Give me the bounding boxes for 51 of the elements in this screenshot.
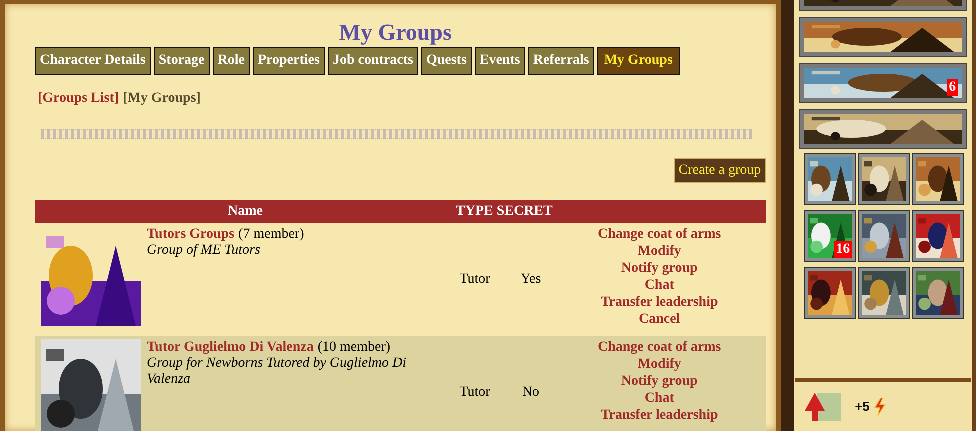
tab[interactable]: Role [212,47,250,75]
breadcrumb-current: [My Groups] [123,91,201,107]
energy-value: +5 [855,399,870,414]
tab[interactable]: Properties [252,47,325,75]
create-group-button[interactable]: Create a group [674,158,766,183]
group-name-link[interactable]: Tutors Groups [147,227,235,242]
member-count: (7 member) [238,227,304,242]
table-cell-text: Tutor [458,272,492,288]
page-title: My Groups [338,19,453,46]
member-count: (10 member) [318,340,391,355]
action-link[interactable]: Transfer leadership [600,407,718,424]
action-link[interactable]: Modify [638,243,682,260]
tile-frame[interactable]: 16 [805,211,856,261]
tab[interactable]: Quests [421,47,472,75]
tab[interactable]: Storage [154,47,210,75]
column-header: TYPE SECRET [456,204,553,220]
group-description: Group of ME Tutors [147,243,262,259]
action-link[interactable]: Notify group [621,373,698,390]
tile-frame[interactable] [913,154,964,204]
tab[interactable]: Job contracts [328,47,418,75]
tile-frame[interactable] [859,268,910,318]
table-cell-text: Tutor [458,385,492,401]
tile-frame[interactable] [859,211,910,261]
lightning-icon [874,398,886,416]
banner-frame[interactable]: 6 [800,64,966,102]
breadcrumb-link[interactable]: [Groups List] [38,91,120,107]
action-link[interactable]: Change coat of arms [598,226,722,243]
action-link[interactable]: Cancel [638,311,680,328]
tile-frame[interactable] [805,154,856,204]
table-cell-text: Yes [520,272,542,288]
action-link[interactable]: Chat [644,390,674,407]
tile-frame[interactable] [913,268,964,318]
action-link[interactable]: Notify group [621,260,698,277]
arrow-up-icon [803,390,844,422]
tab[interactable]: My Groups [597,47,680,75]
tab[interactable]: Character Details [35,47,151,75]
action-link[interactable]: Change coat of arms [598,339,722,356]
tile-frame[interactable] [805,268,856,318]
tile-frame[interactable] [859,154,910,204]
tile-frame[interactable] [913,211,964,261]
tab[interactable]: Referrals [528,47,594,75]
tab[interactable]: Events [474,47,526,75]
action-link[interactable]: Transfer leadership [600,294,718,311]
column-header: Name [228,204,263,220]
action-link[interactable]: Modify [638,356,682,373]
group-description: Group for Newborns Tutored by Guglielmo Di Valenza [147,356,408,388]
action-link[interactable]: Chat [644,277,674,294]
table-cell-text: No [521,385,541,401]
group-name-link[interactable]: Tutor Guglielmo Di Valenza [147,340,314,355]
count-badge: 6 [947,79,958,96]
count-badge: 16 [834,241,852,258]
